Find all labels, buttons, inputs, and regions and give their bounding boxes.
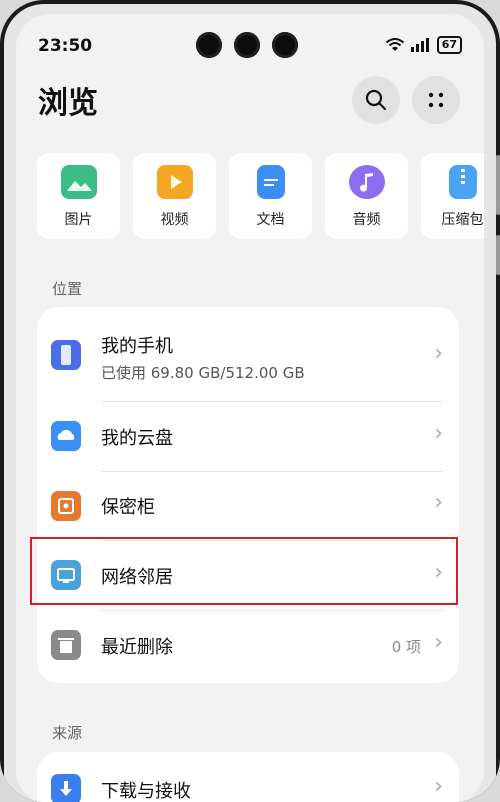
storage-usage: 已使用 69.80 GB/512.00 GB bbox=[101, 364, 305, 382]
category-documents[interactable]: 文档 bbox=[229, 153, 312, 239]
camera-cutout bbox=[196, 32, 298, 58]
more-button[interactable] bbox=[412, 76, 460, 124]
camera-lens bbox=[272, 32, 298, 58]
signal-icon bbox=[410, 38, 429, 52]
category-images[interactable]: 图片 bbox=[37, 153, 120, 239]
item-name: 我的云盘 bbox=[101, 428, 173, 449]
section-label-locations: 位置 bbox=[52, 280, 83, 298]
screen: 23:50 67 浏览 图片 视频 文档 音频 压缩包 位置 我的手机 已使用 … bbox=[16, 14, 484, 802]
more-dots-icon bbox=[428, 92, 444, 108]
category-label: 视频 bbox=[160, 212, 189, 228]
section-label-sources: 来源 bbox=[52, 724, 83, 742]
image-icon bbox=[61, 165, 97, 199]
search-icon bbox=[365, 89, 387, 111]
category-label: 压缩包 bbox=[441, 212, 484, 228]
chevron-right-icon: › bbox=[434, 490, 443, 515]
trash-icon bbox=[51, 630, 81, 660]
chevron-right-icon: › bbox=[434, 774, 443, 799]
status-icons: 67 bbox=[385, 36, 462, 54]
chevron-right-icon: › bbox=[434, 341, 443, 366]
video-icon bbox=[157, 165, 193, 199]
wifi-icon bbox=[385, 38, 404, 51]
category-archives[interactable]: 压缩包 bbox=[421, 153, 484, 239]
power-button bbox=[496, 235, 500, 275]
page-title: 浏览 bbox=[38, 86, 98, 121]
camera-lens bbox=[196, 32, 222, 58]
safe-icon bbox=[51, 491, 81, 521]
chevron-right-icon: › bbox=[434, 630, 443, 655]
list-item-my-phone[interactable]: 我的手机 已使用 69.80 GB/512.00 GB › bbox=[37, 307, 459, 401]
zip-icon bbox=[449, 165, 477, 199]
chevron-right-icon: › bbox=[434, 421, 443, 446]
category-strip: 图片 视频 文档 音频 压缩包 bbox=[37, 153, 484, 239]
sources-card: 下载与接收 › bbox=[37, 752, 459, 802]
list-item-downloads[interactable]: 下载与接收 › bbox=[37, 752, 459, 802]
item-name: 保密柜 bbox=[101, 497, 155, 518]
volume-button bbox=[496, 155, 500, 215]
document-icon bbox=[257, 165, 285, 199]
category-videos[interactable]: 视频 bbox=[133, 153, 216, 239]
highlight-box bbox=[30, 537, 458, 605]
item-name: 最近删除 bbox=[101, 637, 173, 658]
item-count: 0 项 bbox=[391, 638, 421, 656]
phone-frame: 23:50 67 浏览 图片 视频 文档 音频 压缩包 位置 我的手机 已使用 … bbox=[0, 0, 500, 802]
category-label: 音频 bbox=[352, 212, 381, 228]
item-name: 我的手机 bbox=[101, 336, 173, 357]
phone-icon bbox=[51, 340, 81, 370]
item-name: 下载与接收 bbox=[101, 781, 191, 802]
list-item-my-cloud[interactable]: 我的云盘 › bbox=[37, 401, 459, 471]
list-item-recently-deleted[interactable]: 最近删除 0 项 › bbox=[37, 610, 459, 683]
status-time: 23:50 bbox=[38, 36, 93, 56]
category-audio[interactable]: 音频 bbox=[325, 153, 408, 239]
list-item-safe[interactable]: 保密柜 › bbox=[37, 471, 459, 540]
category-label: 图片 bbox=[64, 212, 93, 228]
camera-lens bbox=[234, 32, 260, 58]
locations-card: 我的手机 已使用 69.80 GB/512.00 GB › 我的云盘 › 保密柜… bbox=[37, 307, 459, 683]
cloud-icon bbox=[51, 421, 81, 451]
battery-indicator: 67 bbox=[436, 36, 462, 54]
category-label: 文档 bbox=[256, 212, 285, 228]
search-button[interactable] bbox=[352, 76, 400, 124]
music-icon bbox=[349, 165, 385, 199]
download-icon bbox=[51, 774, 81, 802]
